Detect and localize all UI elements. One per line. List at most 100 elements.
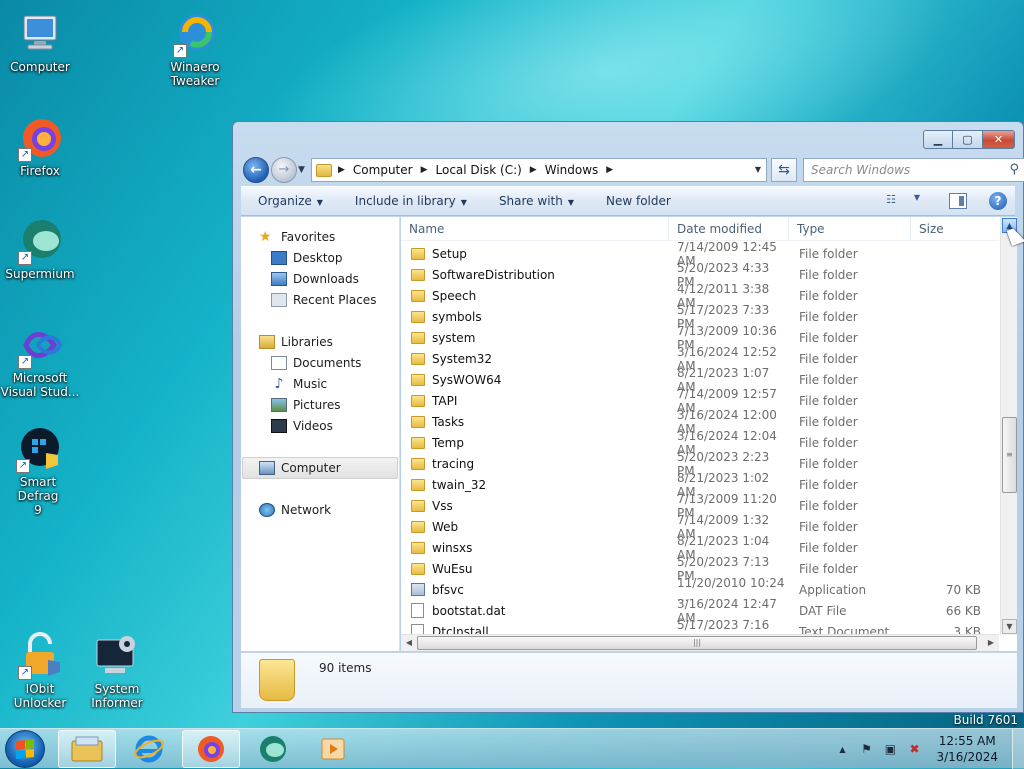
file-name: Setup (432, 246, 467, 261)
nav-network-label: Network (281, 503, 332, 517)
share-with-button[interactable]: Share with ▼ (482, 194, 589, 208)
taskbar-supermium[interactable] (244, 730, 302, 768)
folder-icon (411, 310, 425, 323)
new-folder-button[interactable]: New folder (589, 194, 686, 208)
nav-network[interactable]: Network (259, 500, 331, 520)
file-type: File folder (799, 414, 858, 429)
address-bar[interactable]: ▶ Computer ▶ Local Disk (C:) ▶ Windows ▶… (311, 158, 767, 182)
desktop-icon-supermium[interactable]: ↗ Supermium (0, 217, 80, 281)
taskbar-media-player[interactable] (304, 730, 362, 768)
file-name-cell: Vss (401, 499, 669, 513)
shortcut-arrow-icon: ↗ (18, 251, 32, 265)
include-in-library-button[interactable]: Include in library ▼ (338, 194, 482, 208)
nav-item-pictures[interactable]: Pictures (271, 395, 341, 415)
network-icon (259, 503, 275, 517)
share-with-label: Share with (498, 194, 563, 208)
file-name-cell: bootstat.dat (401, 603, 669, 618)
column-header-name[interactable]: Name (401, 217, 669, 240)
vertical-scrollbar[interactable]: ▲ ≡ ▼ (1000, 217, 1017, 635)
desktop-icon-visual-studio[interactable]: ↗ Microsoft Visual Stud... (0, 321, 80, 399)
column-header-date-modified[interactable]: Date modified (669, 217, 789, 240)
desktop-icon-system-informer[interactable]: System Informer (77, 632, 157, 710)
nav-item-music[interactable]: ♪ Music (271, 374, 328, 394)
action-center-flag-icon[interactable]: ⚑ (858, 742, 874, 756)
folder-icon (411, 394, 425, 407)
breadcrumb-windows[interactable]: Windows (545, 163, 599, 177)
desktop-icon-winaero-tweaker[interactable]: ↗ Winaero Tweaker (155, 10, 235, 88)
desktop-icon-iobit-unlocker[interactable]: ↗ IObit Unlocker (0, 632, 80, 710)
details-pane: 90 items (241, 652, 1017, 708)
close-button[interactable]: ✕ (983, 130, 1015, 149)
file-type: File folder (799, 540, 858, 555)
column-header-type[interactable]: Type (789, 217, 911, 240)
breadcrumb-chevron-icon[interactable]: ▶ (338, 165, 345, 175)
volume-muted-icon[interactable]: ✖ (906, 742, 922, 756)
network-tray-icon[interactable]: ▣ (882, 742, 898, 756)
file-type: File folder (799, 288, 858, 303)
videos-icon (271, 419, 287, 433)
address-history-dropdown[interactable]: ▼ (750, 159, 766, 181)
nav-item-desktop[interactable]: Desktop (271, 248, 343, 268)
nav-item-recent-places[interactable]: Recent Places (271, 290, 376, 310)
file-type: File folder (799, 246, 858, 261)
refresh-button[interactable]: ⇆ (771, 158, 797, 182)
nav-item-downloads[interactable]: Downloads (271, 269, 359, 289)
desktop-icon-computer[interactable]: Computer (0, 10, 80, 74)
organize-button[interactable]: Organize ▼ (241, 194, 338, 208)
change-view-icon[interactable]: ☷ (881, 193, 901, 209)
scroll-right-icon[interactable]: ▶ (984, 636, 998, 650)
search-icon[interactable]: ⚲ (1009, 159, 1019, 181)
file-list: Name Date modified Type Size Setup 7/14/2… (401, 217, 1017, 651)
taskbar-internet-explorer[interactable] (120, 730, 178, 768)
file-name: System32 (432, 351, 493, 366)
file-name-cell: Temp (401, 436, 669, 450)
search-input[interactable]: Search Windows ⚲ (803, 158, 1024, 182)
column-header-size[interactable]: Size (911, 217, 999, 240)
file-name: Tasks (432, 414, 465, 429)
show-desktop-button[interactable] (1012, 729, 1024, 769)
desktop-icon-smart-defrag[interactable]: ↗ Smart Defrag 9 (0, 425, 78, 517)
horizontal-scrollbar[interactable]: ◀ ||| ▶ (401, 634, 999, 651)
breadcrumb-computer[interactable]: Computer (353, 163, 413, 177)
breadcrumb-chevron-icon[interactable]: ▶ (421, 165, 428, 175)
nav-item-label: Desktop (293, 251, 343, 265)
folder-icon (411, 478, 425, 491)
column-header-row: Name Date modified Type Size (401, 217, 999, 241)
nav-favorites[interactable]: ★ Favorites (259, 227, 335, 247)
file-name-cell: twain_32 (401, 478, 669, 492)
show-hidden-icons-icon[interactable]: ▲ (834, 745, 850, 754)
preview-pane-button[interactable] (949, 193, 967, 209)
desktop-icon-firefox[interactable]: ↗ Firefox (0, 114, 80, 178)
folder-icon (411, 289, 425, 302)
forward-button[interactable]: → (271, 157, 297, 183)
maximize-button[interactable]: ▢ (953, 130, 983, 149)
taskbar-firefox[interactable] (182, 730, 240, 768)
recent-pages-dropdown[interactable]: ▼ (298, 165, 305, 175)
nav-computer[interactable]: Computer (259, 458, 341, 478)
scroll-left-icon[interactable]: ◀ (402, 636, 416, 650)
file-name-cell: SysWOW64 (401, 373, 669, 387)
breadcrumb-chevron-icon[interactable]: ▶ (530, 165, 537, 175)
view-controls: ☷ ▼ ? (881, 192, 1007, 210)
item-count: 90 items (319, 661, 372, 675)
minimize-button[interactable]: ▁ (923, 130, 953, 149)
desktop-icon-label: Winaero Tweaker (170, 60, 220, 88)
scroll-down-icon[interactable]: ▼ (1002, 619, 1017, 634)
nav-libraries[interactable]: Libraries (259, 332, 333, 352)
breadcrumb-chevron-icon[interactable]: ▶ (606, 165, 613, 175)
nav-item-documents[interactable]: Documents (271, 353, 361, 373)
desktop-icon-label: Smart Defrag 9 (17, 475, 59, 517)
vertical-scroll-thumb[interactable]: ≡ (1002, 417, 1017, 493)
clock[interactable]: 12:55 AM 3/16/2024 (936, 733, 998, 765)
view-options-dropdown[interactable]: ▼ (907, 193, 927, 209)
back-button[interactable]: ← (243, 157, 269, 183)
nav-item-videos[interactable]: Videos (271, 416, 333, 436)
start-button[interactable] (5, 730, 45, 768)
folder-icon (259, 659, 295, 701)
help-button[interactable]: ? (989, 192, 1007, 210)
file-name-cell: Tasks (401, 415, 669, 429)
desktop-icon-label: Firefox (20, 164, 60, 178)
horizontal-scroll-thumb[interactable]: ||| (417, 636, 977, 650)
breadcrumb-local-disk[interactable]: Local Disk (C:) (436, 163, 522, 177)
taskbar-explorer[interactable] (58, 730, 116, 768)
